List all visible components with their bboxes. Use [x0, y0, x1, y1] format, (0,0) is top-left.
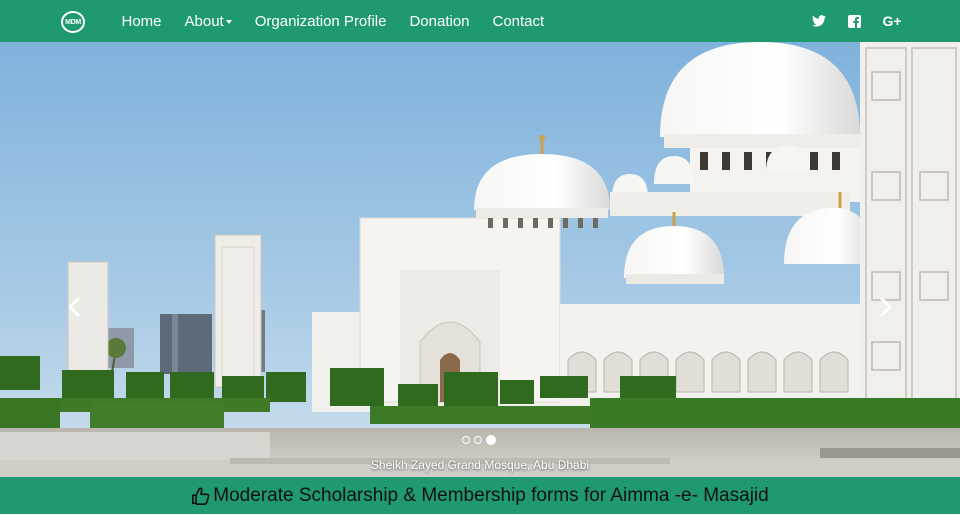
nav-link-label: Organization Profile — [254, 12, 387, 30]
nav-link-donation[interactable]: Donation — [398, 13, 481, 30]
nav-link-organization-profile[interactable]: Organization Profile — [243, 13, 398, 30]
carousel-indicator[interactable] — [474, 436, 482, 444]
slide-caption: Sheikh Zayed Grand Mosque, Abu Dhabi — [370, 458, 590, 472]
carousel-prev-control[interactable] — [62, 293, 86, 321]
nav-menu: Home About Organization Profile Donation… — [110, 0, 556, 42]
announcement-banner: Moderate Scholarship & Membership forms … — [0, 477, 960, 514]
nav-link-label: Home — [121, 12, 162, 30]
nav-link-about[interactable]: About — [173, 13, 243, 30]
nav-link-label: Donation — [409, 12, 470, 30]
announcement-link[interactable]: Moderate Scholarship & Membership forms … — [191, 484, 769, 507]
chevron-right-icon — [880, 297, 892, 317]
logo-text: MDM — [65, 18, 81, 26]
nav-link-contact[interactable]: Contact — [481, 13, 556, 30]
mosque-photo — [0, 42, 960, 477]
announcement-text: Moderate Scholarship & Membership forms … — [213, 484, 769, 506]
thumbs-up-icon — [192, 487, 210, 505]
top-navbar: MDM Home About Organization Profile Dona… — [0, 0, 960, 42]
carousel-indicator-active[interactable] — [486, 435, 496, 445]
google-plus-label: G+ — [882, 13, 902, 29]
caret-down-icon — [225, 20, 232, 24]
chevron-left-icon — [68, 297, 80, 317]
site-logo[interactable]: MDM — [61, 11, 85, 33]
carousel-indicators — [462, 435, 496, 445]
carousel-indicator[interactable] — [462, 436, 470, 444]
facebook-icon[interactable] — [843, 0, 865, 42]
carousel-next-control[interactable] — [874, 293, 898, 321]
google-plus-icon[interactable]: G+ — [878, 0, 906, 42]
nav-link-home[interactable]: Home — [110, 13, 173, 30]
image-carousel: Sheikh Zayed Grand Mosque, Abu Dhabi — [0, 42, 960, 477]
twitter-icon[interactable] — [808, 0, 830, 42]
nav-link-label: Contact — [492, 12, 545, 30]
nav-link-label: About — [184, 12, 224, 30]
